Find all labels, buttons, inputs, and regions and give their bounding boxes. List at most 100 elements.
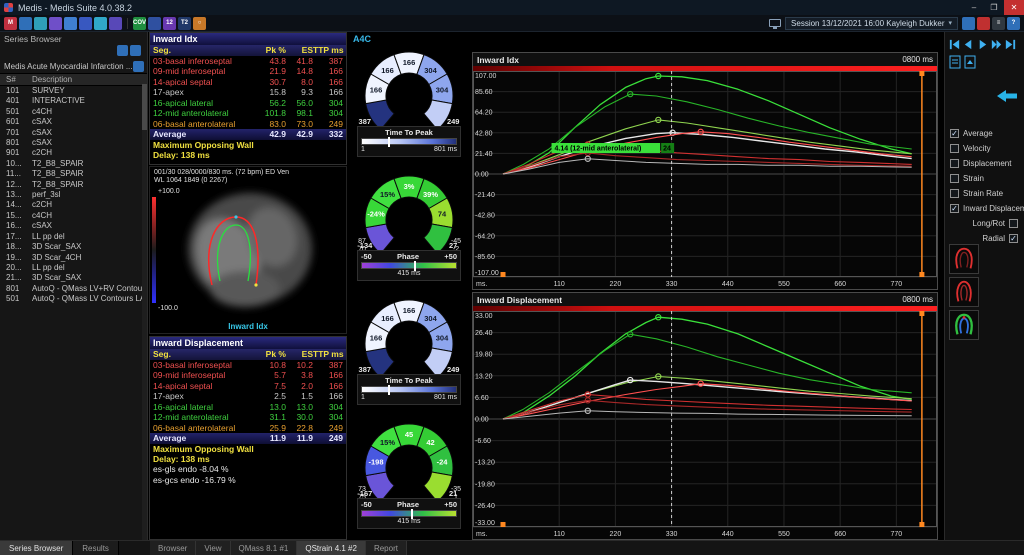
checkbox-box[interactable]: ✓ — [1009, 234, 1018, 243]
gauge-color-bar[interactable] — [361, 510, 457, 517]
checkbox-box[interactable]: ✓ — [950, 204, 959, 213]
checkbox-strain-rate[interactable]: Strain Rate — [950, 186, 1022, 201]
series-row[interactable]: 601cSAX — [0, 117, 147, 127]
series-row[interactable]: 401INTERACTIVE — [0, 96, 147, 106]
marker-handle[interactable] — [919, 71, 924, 76]
play-button[interactable] — [976, 38, 989, 51]
marker-handle[interactable] — [501, 272, 506, 277]
help-icon[interactable]: ? — [1007, 17, 1020, 30]
series-row[interactable]: 801AutoQ - QMass LV+RV Contours — [0, 284, 147, 294]
series-row[interactable]: 501c4CH — [0, 107, 147, 117]
app-tab-browser[interactable]: Browser — [150, 541, 196, 555]
qmass-icon[interactable] — [79, 17, 92, 30]
skip-last-button[interactable] — [1004, 38, 1017, 51]
col-series-number[interactable]: S# — [6, 74, 32, 85]
gauge-slider-marker[interactable] — [411, 509, 413, 519]
series-row[interactable]: 13...perf_3sl — [0, 190, 147, 200]
app-tab-view[interactable]: View — [196, 541, 230, 555]
gauge-color-bar[interactable] — [361, 262, 457, 269]
app-tab-qstrain-4-1-2[interactable]: QStrain 4.1 #2 — [297, 541, 366, 555]
segment-row[interactable]: 06-basal anterolateral25.922.8249 — [150, 423, 346, 434]
view-thumbnail-1[interactable] — [949, 244, 979, 274]
back-arrow-button[interactable] — [996, 88, 1018, 104]
compare-icon[interactable] — [49, 17, 62, 30]
list-view-icon[interactable] — [130, 45, 141, 56]
checkbox-strain[interactable]: Strain — [950, 171, 1022, 186]
session-selector[interactable]: Session 13/12/2021 16:00 Kayleigh Dukker… — [785, 17, 958, 30]
series-row[interactable]: 801cSAX — [0, 138, 147, 148]
inward-displacement-chart[interactable]: Inward Displacement0800 msms.11022033044… — [472, 292, 938, 540]
segment-row[interactable]: 16-apical lateral56.256.0304 — [150, 98, 346, 109]
checkbox-velocity[interactable]: Velocity — [950, 141, 1022, 156]
gauge-slider-marker[interactable] — [388, 137, 390, 147]
series-row[interactable]: 15...c4CH — [0, 211, 147, 221]
export-icon[interactable] — [964, 55, 976, 69]
step-forward-button[interactable] — [990, 38, 1003, 51]
segment-row[interactable]: 09-mid inferoseptal5.73.8166 — [150, 370, 346, 381]
series-scrollbar[interactable] — [142, 84, 147, 540]
qflow-icon[interactable] — [94, 17, 107, 30]
viewer-icon[interactable] — [34, 17, 47, 30]
cov-icon[interactable]: COV — [133, 17, 146, 30]
segment-row[interactable]: 03-basal inferoseptal10.810.2387 — [150, 360, 346, 371]
screen-layout-icon[interactable] — [962, 17, 975, 30]
reporting-icon[interactable] — [64, 17, 77, 30]
segment-row[interactable]: 17-apex15.89.3166 — [150, 87, 346, 98]
marker-handle[interactable] — [501, 522, 506, 527]
segment-row[interactable]: 03-basal inferoseptal43.841.8387 — [150, 56, 346, 67]
series-curve-mid-inferoseptal[interactable] — [503, 153, 912, 174]
series-row[interactable]: 20...LL pp del — [0, 263, 147, 273]
gauge-color-bar[interactable] — [361, 138, 457, 145]
series-row[interactable]: 12...T2_B8_SPAIR — [0, 180, 147, 190]
series-row[interactable]: 19...3D Scar_4CH — [0, 253, 147, 263]
medis-logo-icon[interactable]: M — [4, 17, 17, 30]
marker-handle[interactable] — [919, 272, 924, 277]
skip-first-button[interactable] — [948, 38, 961, 51]
close-button[interactable]: ✕ — [1004, 0, 1024, 15]
checkbox-average[interactable]: ✓Average — [950, 126, 1022, 141]
series-row[interactable]: 501AutoQ - QMass LV Contours LAX ... — [0, 294, 147, 304]
study-node[interactable]: Medis Acute Myocardial Infarction ... — [0, 60, 147, 73]
checkbox-box[interactable] — [1009, 219, 1018, 228]
image-viewport[interactable]: 001/30 028/0000/830 ms. (72 bpm) ED Ven … — [149, 166, 347, 334]
series-row[interactable]: 17...LL pp del — [0, 232, 147, 242]
series-row[interactable]: 701cSAX — [0, 128, 147, 138]
display-icon[interactable] — [769, 19, 781, 27]
checkbox-box[interactable] — [950, 159, 959, 168]
maximize-button[interactable]: ❐ — [984, 0, 1004, 15]
inward-idx-chart[interactable]: Inward Idx0800 msms.11022033044055066077… — [472, 52, 938, 290]
gauge-color-bar[interactable] — [361, 386, 457, 393]
series-row[interactable]: 101SURVEY — [0, 86, 147, 96]
app-tab-report[interactable]: Report — [366, 541, 407, 555]
checkbox-inward-displacement[interactable]: ✓Inward Displacement — [950, 201, 1022, 216]
series-curve-mid-anterolateral[interactable] — [503, 76, 912, 174]
segment-row[interactable]: 12-mid anterolateral101.898.1304 — [150, 108, 346, 119]
panel-tab-series-browser[interactable]: Series Browser — [0, 541, 73, 555]
series-row[interactable]: 901c2CH — [0, 148, 147, 158]
series-row[interactable]: 10...T2_B8_SPAIR — [0, 159, 147, 169]
option-long-rot[interactable]: Long/Rot — [950, 216, 1022, 231]
pin-icon[interactable] — [977, 17, 990, 30]
segment-row[interactable]: 16-apical lateral13.013.0304 — [150, 402, 346, 413]
contour-marker[interactable] — [234, 215, 237, 218]
series-row[interactable]: 14...c2CH — [0, 200, 147, 210]
checkbox-box[interactable] — [950, 189, 959, 198]
gauge-slider-marker[interactable] — [388, 385, 390, 395]
segment-row[interactable]: 14-apical septal7.52.0166 — [150, 381, 346, 392]
segment-row[interactable]: 06-basal anterolateral83.073.0249 — [150, 119, 346, 130]
snapshot-icon[interactable] — [949, 55, 961, 69]
chart-plot[interactable]: ms.11022033044055066077033.0026.4019.801… — [473, 311, 937, 539]
series-row[interactable]: 11...T2_B8_SPAIR — [0, 169, 147, 179]
panel-tab-results[interactable]: Results — [73, 541, 119, 555]
contour-marker[interactable] — [254, 283, 257, 286]
segment-row[interactable]: 09-mid inferoseptal21.914.8166 — [150, 66, 346, 77]
view-thumbnail-2[interactable] — [949, 277, 979, 307]
col-description[interactable]: Description — [32, 74, 147, 85]
series-row[interactable]: 18...3D Scar_SAX — [0, 242, 147, 252]
series-row[interactable]: 21...3D Scar_SAX — [0, 273, 147, 283]
segment-row[interactable]: 14-apical septal30.78.0166 — [150, 77, 346, 88]
series-curve-apex[interactable] — [503, 159, 912, 174]
checkbox-box[interactable]: ✓ — [950, 129, 959, 138]
qtavi-icon[interactable] — [148, 17, 161, 30]
filter-icon[interactable] — [133, 61, 144, 72]
